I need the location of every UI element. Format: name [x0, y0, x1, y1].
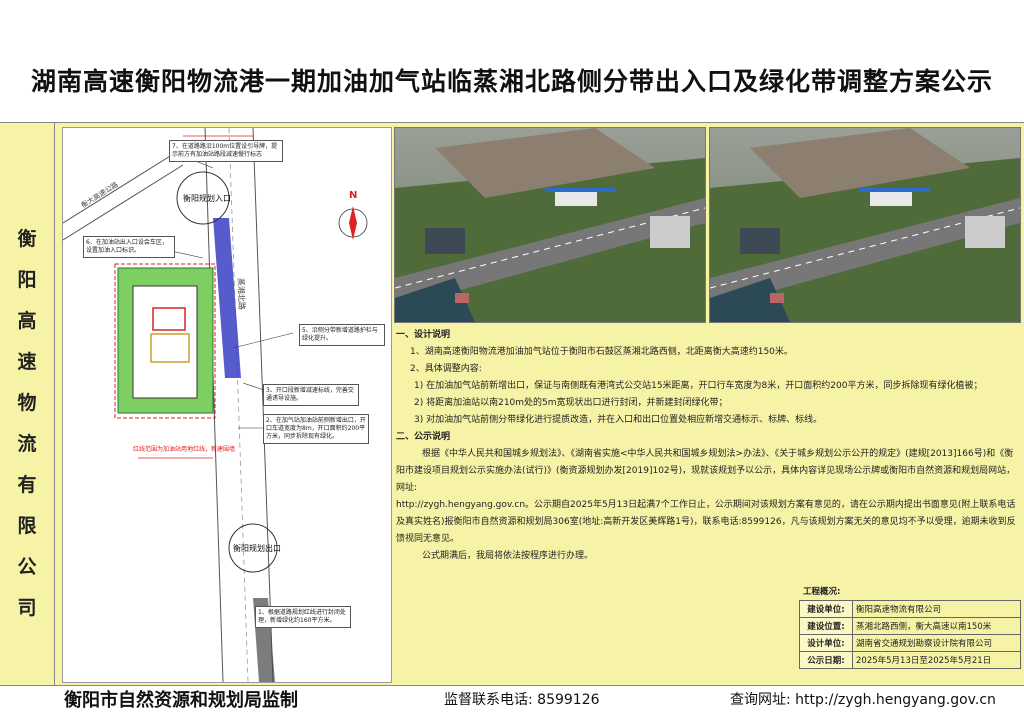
- side-banner-char: 司: [17, 597, 37, 619]
- info-key: 建设单位:: [799, 600, 853, 618]
- plan-note: 2、在加气站加油站前侧新增出口，开口车道宽度为8m，开口面积约200平方米，同步…: [263, 414, 369, 444]
- notice-p1: 根据《中华人民共和国城乡规划法》、《湖南省实施<中华人民共和国城乡规划法>办法》…: [396, 449, 1016, 493]
- side-banner-char: 流: [17, 433, 37, 455]
- design-p2: 2、具体调整内容:: [410, 364, 482, 374]
- design-item-1: 1) 在加油加气站前新增出口，保证与南侧既有港湾式公交站15米距离，开口行车宽度…: [414, 381, 983, 391]
- info-key: 建设位置:: [799, 617, 853, 635]
- design-item-2: 2) 将距离加油站以南210m处的5m宽现状出口进行封闭，并新建封闭绿化带；: [414, 398, 728, 408]
- table-row: 公示日期: 2025年5月13日至2025年5月21日: [799, 651, 1021, 669]
- info-value: 2025年5月13日至2025年5月21日: [852, 651, 1021, 669]
- plan-note: 1、根据道路规划红线进行封闭处理，新增绿化约160平方米。: [255, 606, 351, 628]
- info-value: 湖南省交通规划勘察设计院有限公司: [852, 634, 1021, 652]
- info-value: 衡阳高速物流有限公司: [852, 600, 1021, 618]
- side-banner: 衡阳高速物流有限公司: [0, 123, 55, 685]
- entrance-label: 衡阳规划入口: [183, 193, 231, 203]
- project-info-table: 建设单位: 衡阳高速物流有限公司 建设位置: 蒸湘北路西侧，衡大高速以南150米 设…: [799, 600, 1021, 669]
- footer-website[interactable]: 查询网址: http://zygh.hengyang.gov.cn: [730, 689, 996, 709]
- north-label: N: [349, 190, 357, 201]
- notice-heading: 二、公示说明: [396, 432, 451, 442]
- info-key: 公示日期:: [799, 651, 853, 669]
- road-label: 蒸湘北路: [236, 278, 247, 310]
- highway-label: 衡大高速公路: [79, 180, 119, 210]
- aerial-photo-after: [709, 127, 1021, 323]
- project-info-caption: 工程概况:: [803, 587, 841, 597]
- side-banner-text: 衡阳高速物流有限公司: [0, 219, 54, 629]
- site-plan: 衡大高速公路 蒸湘北路 衡阳规划入口 衡阳规划出口 N 7、在道路路沿100m位…: [62, 127, 392, 683]
- side-banner-char: 衡: [17, 228, 37, 250]
- side-banner-char: 速: [17, 351, 37, 373]
- design-heading: 一、设计说明: [396, 330, 451, 340]
- table-row: 建设单位: 衡阳高速物流有限公司: [799, 600, 1021, 618]
- notice-board: 衡阳高速物流有限公司 衡大高速公路 蒸湘北路 衡阳规划入口 衡阳规划出口 N 7…: [0, 122, 1024, 686]
- table-row: 设计单位: 湖南省交通规划勘察设计院有限公司: [799, 634, 1021, 652]
- plan-note: 5、沿侧分带新增道路护栏与绿化提升。: [299, 324, 385, 346]
- aerial-image-after: [710, 128, 1020, 322]
- footer-phone: 监督联系电话: 8599126: [444, 692, 600, 708]
- notice-p2: http://zygh.hengyang.gov.cn。公示期自2025年5月1…: [396, 500, 1016, 544]
- plan-legend: 红线范围为加油站用地红线，新建围墙: [133, 446, 236, 453]
- info-value: 蒸湘北路西侧，衡大高速以南150米: [852, 617, 1021, 635]
- aerial-photo-before: [394, 127, 706, 323]
- description: 一、设计说明 1、湖南高速衡阳物流港加油加气站位于衡阳市石鼓区蒸湘北路西侧，北距…: [396, 327, 1022, 565]
- notice-p3: 公式期满后，我局将依法按程序进行办理。: [422, 551, 594, 561]
- design-p1: 1、湖南高速衡阳物流港加油加气站位于衡阳市石鼓区蒸湘北路西侧，北距离衡大高速约1…: [410, 347, 793, 357]
- station-plot: [132, 285, 198, 399]
- plan-note: 3、开口段新增减速标线，完善交通诱导设施。: [263, 384, 359, 406]
- aerial-image-before: [395, 128, 705, 322]
- design-item-3: 3) 对加油加气站前侧分带绿化进行提质改造，并在入口和出口位置处相应新增交通标示…: [414, 415, 823, 425]
- footer-supervisor: 衡阳市自然资源和规划局监制: [64, 690, 298, 711]
- plan-note: 7、在道路路沿100m位置设引导牌，提示前方有加油站路段减速慢行标志: [169, 140, 283, 162]
- side-banner-char: 高: [17, 310, 37, 332]
- table-row: 建设位置: 蒸湘北路西侧，衡大高速以南150米: [799, 617, 1021, 635]
- side-banner-char: 有: [17, 474, 37, 496]
- side-banner-char: 物: [17, 392, 37, 414]
- info-key: 设计单位:: [799, 634, 853, 652]
- page-title: 湖南高速衡阳物流港一期加油加气站临蒸湘北路侧分带出入口及绿化带调整方案公示: [30, 67, 993, 96]
- side-banner-char: 公: [17, 556, 37, 578]
- plan-note: 6、在加油站出入口设会车区，设置加油入口标识。: [83, 236, 175, 258]
- exit-label: 衡阳规划出口: [233, 543, 281, 553]
- side-banner-char: 限: [17, 515, 37, 537]
- side-banner-char: 阳: [17, 269, 37, 291]
- project-info: 工程概况: 建设单位: 衡阳高速物流有限公司 建设位置: 蒸湘北路西侧，衡大高速以南…: [799, 585, 1021, 669]
